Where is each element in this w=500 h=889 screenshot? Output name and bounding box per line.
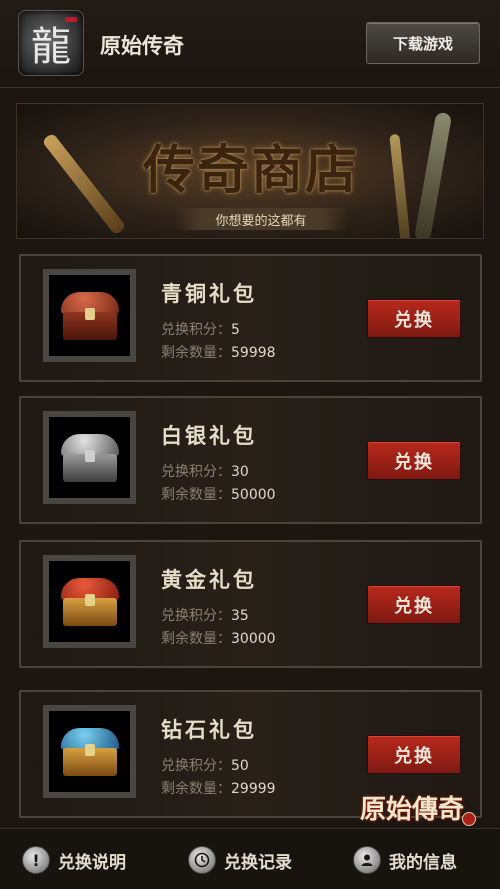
banner-title: 传奇商店 (142, 140, 359, 201)
points-value: 5 (231, 322, 240, 338)
profile-label: 我的信息 (389, 852, 457, 873)
treasure-chest-icon (60, 291, 119, 340)
gift-card-gold: 黄金礼包 兑换积分：35 剩余数量：30000 兑换 (19, 540, 482, 668)
gift-thumbnail (43, 269, 136, 362)
header: 龍 原始传奇 下载游戏 (0, 0, 500, 88)
remaining-label: 剩余数量： (161, 487, 231, 503)
remaining-value: 29999 (231, 781, 276, 797)
points-label: 兑换积分： (161, 608, 231, 624)
exchange-button[interactable]: 兑换 (367, 585, 461, 624)
gift-name: 青铜礼包 (161, 282, 257, 306)
remaining-line: 剩余数量：29999 (161, 778, 276, 798)
remaining-label: 剩余数量： (161, 631, 231, 647)
remaining-value: 30000 (231, 631, 276, 647)
clock-icon-svg (194, 852, 210, 868)
banner-subtitle-bar: 你想要的这都有 (175, 208, 347, 230)
records-label: 兑换记录 (224, 852, 292, 873)
gift-name: 白银礼包 (161, 424, 257, 448)
gift-name: 黄金礼包 (161, 568, 257, 592)
remaining-label: 剩余数量： (161, 345, 231, 361)
gift-card-bronze: 青铜礼包 兑换积分：5 剩余数量：59998 兑换 (19, 254, 482, 382)
gift-name: 钻石礼包 (161, 718, 257, 742)
gift-card-silver: 白银礼包 兑换积分：30 剩余数量：50000 兑换 (19, 396, 482, 524)
watermark-text: 原始傳奇 (359, 794, 464, 825)
exchange-button[interactable]: 兑换 (367, 299, 461, 338)
remaining-value: 59998 (231, 345, 276, 361)
app-logo: 龍 (18, 10, 84, 76)
remaining-value: 50000 (231, 487, 276, 503)
chest-lock (84, 307, 95, 320)
treasure-chest-icon (60, 577, 119, 626)
points-value: 50 (231, 758, 249, 774)
chest-lock (84, 449, 95, 462)
watermark-seal (462, 812, 476, 826)
logo-seal (65, 17, 77, 22)
exchange-button[interactable]: 兑换 (367, 441, 461, 480)
rules-nav-item[interactable]: ! 兑换说明 (22, 845, 126, 875)
remaining-label: 剩余数量： (161, 781, 231, 797)
points-label: 兑换积分： (161, 464, 231, 480)
profile-nav-item[interactable]: 我的信息 (353, 845, 457, 875)
points-value: 30 (231, 464, 249, 480)
treasure-chest-icon (60, 433, 119, 482)
chest-lock (84, 743, 95, 756)
remaining-line: 剩余数量：59998 (161, 342, 276, 362)
points-label: 兑换积分： (161, 322, 231, 338)
footer-nav: ! 兑换说明 兑换记录 我的信息 (0, 828, 500, 889)
exchange-button[interactable]: 兑换 (367, 735, 461, 774)
logo-glyph: 龍 (31, 24, 71, 70)
app-title: 原始传奇 (100, 34, 184, 58)
shop-banner: 传奇商店 你想要的这都有 (16, 103, 484, 239)
points-value: 35 (231, 608, 249, 624)
points-line: 兑换积分：35 (161, 605, 249, 625)
gift-thumbnail (43, 705, 136, 798)
exclamation-icon: ! (22, 846, 50, 874)
gift-thumbnail (43, 411, 136, 504)
points-line: 兑换积分：5 (161, 319, 240, 339)
user-icon (353, 846, 381, 874)
points-line: 兑换积分：30 (161, 461, 249, 481)
chest-lock (84, 593, 95, 606)
treasure-chest-icon (60, 727, 119, 776)
points-label: 兑换积分： (161, 758, 231, 774)
user-icon-svg (361, 854, 373, 866)
remaining-line: 剩余数量：30000 (161, 628, 276, 648)
clock-icon (188, 846, 216, 874)
banner-subtitle: 你想要的这都有 (215, 213, 307, 229)
records-nav-item[interactable]: 兑换记录 (188, 845, 292, 875)
download-game-button[interactable]: 下载游戏 (366, 22, 480, 64)
rules-label: 兑换说明 (58, 852, 126, 873)
gift-thumbnail (43, 555, 136, 648)
remaining-line: 剩余数量：50000 (161, 484, 276, 504)
points-line: 兑换积分：50 (161, 755, 249, 775)
